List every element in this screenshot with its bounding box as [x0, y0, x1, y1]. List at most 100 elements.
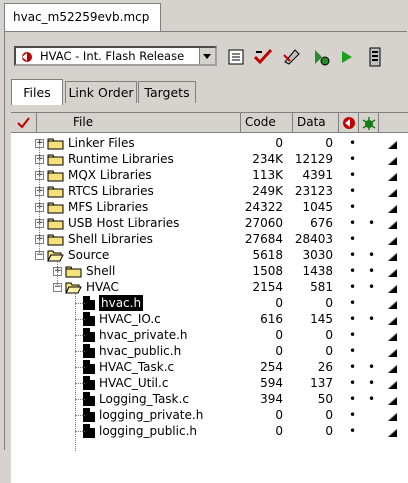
touch-icon[interactable] [387, 138, 398, 150]
folder-row[interactable]: − HVAC 2154 581 • • [11, 279, 408, 295]
file-name: HVAC_IO.c [99, 312, 161, 326]
tree-line [39, 143, 40, 255]
touch-icon[interactable] [387, 266, 398, 278]
tab-files[interactable]: Files [11, 79, 63, 105]
folder-row[interactable]: + MQX Libraries 113K 4391 • [11, 167, 408, 183]
debug-flag[interactable]: • [349, 151, 356, 167]
interface-flag[interactable]: • [368, 279, 375, 295]
debug-flag[interactable]: • [349, 343, 356, 359]
touch-icon[interactable] [387, 394, 398, 406]
interface-flag[interactable]: • [368, 375, 375, 391]
debug-flag[interactable]: • [349, 231, 356, 247]
target-settings-button[interactable] [225, 46, 247, 68]
column-interfaces[interactable] [359, 113, 379, 133]
project-window-tab[interactable]: hvac_m52259evb.mcp [4, 3, 161, 31]
file-row[interactable]: HVAC_Util.c 594 137 • • [11, 375, 408, 391]
debug-flag[interactable]: • [349, 135, 356, 151]
debug-flag[interactable]: • [349, 199, 356, 215]
folder-row[interactable]: + Runtime Libraries 234K 12129 • [11, 151, 408, 167]
debug-flag[interactable]: • [349, 263, 356, 279]
touch-icon[interactable] [387, 218, 398, 230]
debug-flag[interactable]: • [349, 311, 356, 327]
touch-icon[interactable] [387, 250, 398, 262]
run-button[interactable] [336, 46, 358, 68]
column-touch[interactable] [379, 113, 408, 133]
interface-flag[interactable]: • [368, 263, 375, 279]
file-row[interactable]: hvac_private.h 0 0 • [11, 327, 408, 343]
synchronize-button[interactable] [252, 46, 274, 68]
column-file[interactable]: File [37, 113, 241, 133]
debug-flag[interactable]: • [349, 215, 356, 231]
folder-row[interactable]: + MFS Libraries 24322 1045 • [11, 199, 408, 215]
touch-icon[interactable] [387, 346, 398, 358]
debug-button[interactable] [310, 46, 332, 68]
touch-icon[interactable] [387, 378, 398, 390]
tree-line [75, 303, 85, 304]
debug-flag[interactable]: • [349, 247, 356, 263]
interface-flag[interactable]: • [368, 247, 375, 263]
file-row[interactable]: hvac_public.h 0 0 • [11, 343, 408, 359]
interface-flag[interactable]: • [368, 359, 375, 375]
touch-icon[interactable] [387, 362, 398, 374]
debug-flag[interactable]: • [349, 279, 356, 295]
folder-name: Source [68, 248, 110, 262]
touch-icon[interactable] [387, 202, 398, 214]
chevron-down-icon[interactable] [199, 48, 215, 64]
open-folder-icon [65, 280, 82, 294]
debug-flag[interactable]: • [349, 167, 356, 183]
debug-flag[interactable]: • [349, 327, 356, 343]
touch-icon[interactable] [387, 298, 398, 310]
touch-icon[interactable] [387, 410, 398, 422]
folder-row[interactable]: + Shell Libraries 27684 28403 • [11, 231, 408, 247]
data-size: 0 [325, 296, 333, 310]
interface-flag[interactable]: • [368, 215, 375, 231]
interface-flag[interactable]: • [368, 391, 375, 407]
debug-flag[interactable]: • [349, 359, 356, 375]
debug-flag[interactable]: • [349, 375, 356, 391]
debug-flag[interactable]: • [349, 183, 356, 199]
check-icon [253, 48, 273, 65]
build-target-select[interactable]: HVAC - Int. Flash Release [14, 46, 217, 66]
touch-icon[interactable] [387, 234, 398, 246]
interface-flag[interactable]: • [368, 311, 375, 327]
file-row[interactable]: logging_public.h 0 0 • [11, 423, 408, 439]
folder-row[interactable]: + USB Host Libraries 27060 676 • • [11, 215, 408, 231]
folder-row[interactable]: + Shell 1508 1438 • • [11, 263, 408, 279]
data-size: 145 [310, 312, 333, 326]
touch-icon[interactable] [387, 426, 398, 438]
tab-link-order[interactable]: Link Order [65, 81, 137, 103]
tab-targets[interactable]: Targets [138, 81, 196, 103]
file-row[interactable]: HVAC_IO.c 616 145 • • [11, 311, 408, 327]
code-size: 0 [275, 136, 283, 150]
make-button[interactable] [281, 46, 303, 68]
code-size: 0 [275, 344, 283, 358]
touch-icon[interactable] [387, 170, 398, 182]
touch-icon[interactable] [387, 330, 398, 342]
file-row[interactable]: Logging_Task.c 394 50 • • [11, 391, 408, 407]
touch-icon[interactable] [387, 186, 398, 198]
code-size: 27684 [244, 232, 283, 246]
touch-icon[interactable] [387, 282, 398, 294]
bug-icon [362, 117, 376, 130]
tree-line [75, 319, 85, 320]
file-row[interactable]: hvac.h 0 0 • [11, 295, 408, 311]
debug-flag[interactable]: • [349, 295, 356, 311]
file-row[interactable]: logging_private.h 0 0 • [11, 407, 408, 423]
debug-flag[interactable]: • [349, 391, 356, 407]
project-toolbar: HVAC - Int. Flash Release [10, 43, 400, 71]
column-code[interactable]: Code [241, 113, 293, 133]
folder-row[interactable]: + Linker Files 0 0 • [11, 135, 408, 151]
debug-flag[interactable]: • [349, 423, 356, 439]
project-inspector-button[interactable] [364, 46, 386, 68]
project-window-title: hvac_m52259evb.mcp [13, 10, 150, 24]
touch-icon[interactable] [387, 154, 398, 166]
debug-flag[interactable]: • [349, 407, 356, 423]
column-debug[interactable] [339, 113, 359, 133]
check-icon [17, 117, 30, 129]
folder-row[interactable]: − Source 5618 3030 • • [11, 247, 408, 263]
file-row[interactable]: HVAC_Task.c 254 26 • • [11, 359, 408, 375]
column-check[interactable] [11, 113, 37, 133]
folder-row[interactable]: + RTCS Libraries 249K 23123 • [11, 183, 408, 199]
column-data[interactable]: Data [293, 113, 339, 133]
touch-icon[interactable] [387, 314, 398, 326]
